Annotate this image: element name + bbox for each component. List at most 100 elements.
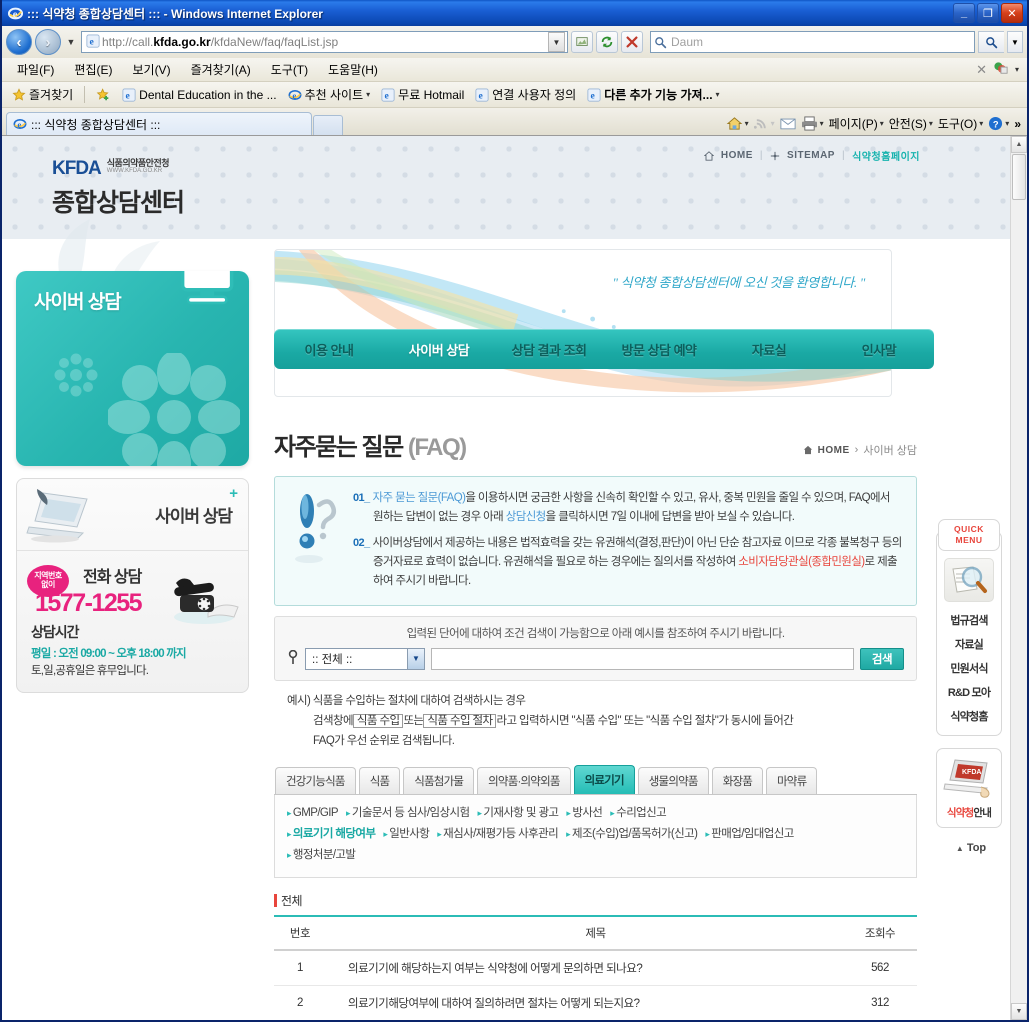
scrollbar-track[interactable] [1011, 201, 1027, 1003]
scrollbar-thumb[interactable] [1012, 154, 1026, 200]
quick-link-forms[interactable]: 민원서식 [937, 656, 1001, 680]
chevron-down-icon[interactable]: ▾ [880, 119, 884, 128]
minimize-button[interactable]: _ [953, 3, 975, 23]
subcat-radiation[interactable]: ▸ 방사선 [566, 807, 602, 819]
chevron-down-icon[interactable]: ▼ [407, 648, 424, 669]
row-title[interactable]: 의료기기해당여부에 대하여 질의하려면 절차는 어떻게 되는지요? [326, 985, 843, 1020]
print-button[interactable]: ▾ [801, 116, 824, 131]
quick-link-law-search[interactable]: 법규검색 [937, 608, 1001, 632]
menu-favorites[interactable]: 즐겨찾기(A) [182, 59, 260, 80]
back-button[interactable]: ‹ [6, 29, 32, 55]
nav-item-cyber-consult[interactable]: 사이버 상담 [384, 340, 494, 359]
quick-link-resources[interactable]: 자료실 [937, 632, 1001, 656]
feeds-button[interactable]: ▾ [753, 116, 775, 131]
favorite-recommended-sites[interactable]: e 추천 사이트 ▾ [284, 85, 375, 104]
tab-health-functional-food[interactable]: 건강기능식품 [275, 766, 356, 794]
subcat-repair-business[interactable]: ▸ 수리업신고 [610, 807, 666, 819]
compatibility-view-icon[interactable] [571, 31, 593, 53]
chevron-down-icon[interactable]: ▾ [716, 90, 720, 99]
quick-link-rnd[interactable]: R&D 모아 [937, 680, 1001, 704]
site-logo[interactable]: KFDA 식품의약품안전청 WWW.KFDA.GO.KR 종합상담센터 [52, 158, 185, 219]
table-row[interactable]: 1 의료기기에 해당하는지 여부는 식약청에 어떻게 문의하면 되나요? 562 [274, 949, 917, 986]
promo-plus-icon[interactable]: + [229, 485, 238, 502]
new-tab-button[interactable] [313, 115, 343, 135]
subcat-post-management[interactable]: ▸ 재심사/재평가등 사후관리 [437, 828, 559, 840]
safety-menu-button[interactable]: 안전(S) ▾ [889, 115, 933, 132]
address-input[interactable]: e http://call.kfda.go.kr/kfdaNew/faq/faq… [81, 31, 568, 53]
util-kfda-homepage-link[interactable]: 식약청홈페이지 [852, 148, 920, 163]
stop-icon[interactable] [621, 31, 643, 53]
subcat-labeling-ads[interactable]: ▸ 기재사항 및 광고 [477, 807, 559, 819]
menu-edit[interactable]: 편집(E) [65, 59, 121, 80]
tab-biologics[interactable]: 생물의약품 [637, 766, 709, 794]
subcat-sales-rental[interactable]: ▸ 판매업/임대업신고 [705, 828, 794, 840]
tab-medical-devices[interactable]: 의료기기 [573, 764, 635, 794]
close-button[interactable]: ✕ [1001, 3, 1023, 23]
cyber-consult-card[interactable]: 사이버 상담 [16, 271, 249, 466]
chevron-down-icon[interactable]: ▾ [745, 119, 749, 128]
search-input[interactable]: Daum [650, 31, 975, 53]
chevron-down-icon[interactable]: ▾ [820, 119, 824, 128]
search-keyword-input[interactable] [431, 647, 854, 670]
subcat-technical-review[interactable]: ▸ 기술문서 등 심사/임상시험 [346, 807, 470, 819]
search-provider-dropdown-icon[interactable]: ▼ [1007, 31, 1023, 53]
addon-dropdown-icon[interactable]: ▾ [1015, 65, 1019, 74]
subcat-gmp-gip[interactable]: ▸ GMP/GIP [287, 807, 339, 819]
subcat-general[interactable]: ▸ 일반사항 [383, 828, 429, 840]
maximize-button[interactable]: ❐ [977, 3, 999, 23]
row-title[interactable]: 의료기기에 해당하는지 여부는 식약청에 어떻게 문의하면 되나요? [326, 949, 843, 986]
tab-food[interactable]: 식품 [358, 766, 401, 794]
search-category-select[interactable]: :: 전체 :: ▼ [305, 647, 425, 670]
forward-button[interactable]: › [35, 29, 61, 55]
favorite-dental-education[interactable]: e Dental Education in the ... [118, 87, 280, 103]
nav-item-greeting[interactable]: 인사말 [824, 340, 934, 359]
search-go-button[interactable] [978, 31, 1004, 53]
favorite-get-more-addons[interactable]: e 다른 추가 기능 가져... ▾ [583, 85, 723, 104]
subcat-administrative-action[interactable]: ▸ 행정처분/고발 [287, 849, 356, 861]
favorites-button[interactable]: 즐겨찾기 [8, 85, 77, 104]
page-menu-button[interactable]: 페이지(P) ▾ [829, 115, 884, 132]
quick-link-kfda-home[interactable]: 식약청홈 [937, 704, 1001, 728]
menu-help[interactable]: 도움말(H) [319, 59, 387, 80]
help-menu-button[interactable]: ? ▾ [988, 116, 1009, 131]
search-submit-button[interactable]: 검색 [860, 647, 904, 670]
favorite-customize-links[interactable]: e 연결 사용자 정의 [471, 85, 580, 104]
menu-tools[interactable]: 도구(T) [262, 59, 317, 80]
chevron-down-icon[interactable]: ▾ [1005, 119, 1009, 128]
chevron-down-icon[interactable]: ▾ [979, 119, 983, 128]
notice-link-consumer-office[interactable]: 소비자담당관실(종합민원실) [738, 556, 865, 568]
favorite-free-hotmail[interactable]: e 무료 Hotmail [377, 85, 468, 104]
nav-item-result-lookup[interactable]: 상담 결과 조회 [494, 340, 604, 359]
breadcrumb-home[interactable]: HOME [818, 445, 850, 456]
scroll-to-top-link[interactable]: ▲ Top [932, 842, 1010, 854]
util-home-link[interactable]: HOME [721, 150, 753, 161]
addon-icon[interactable] [993, 61, 1009, 78]
tab-cosmetics[interactable]: 화장품 [711, 766, 764, 794]
chevron-down-icon[interactable]: ▾ [366, 90, 370, 99]
notice-link-apply[interactable]: 상담신청 [506, 511, 547, 523]
refresh-icon[interactable] [596, 31, 618, 53]
util-sitemap-link[interactable]: SITEMAP [787, 150, 835, 161]
scroll-up-button[interactable]: ▲ [1011, 136, 1027, 153]
nav-item-visit-reservation[interactable]: 방문 상담 예약 [604, 340, 714, 359]
menubar-close-icon[interactable]: ✕ [976, 62, 987, 78]
home-button[interactable]: ▾ [726, 116, 749, 131]
recent-pages-dropdown-icon[interactable]: ▼ [64, 37, 78, 47]
favorites-add-icon[interactable] [92, 87, 115, 103]
cyber-consult-promo[interactable]: + 사이버 상담 [17, 479, 248, 551]
scroll-down-button[interactable]: ▼ [1011, 1003, 1027, 1020]
mail-button[interactable] [780, 117, 796, 130]
browser-tab[interactable]: e ::: 식약청 종합상담센터 ::: [6, 112, 312, 135]
address-dropdown-icon[interactable]: ▼ [548, 32, 565, 52]
kfda-guide-banner[interactable]: KFDA 식약청안내 [936, 748, 1002, 829]
page-scrollbar[interactable]: ▲ ▼ [1010, 136, 1027, 1020]
nav-item-resources[interactable]: 자료실 [714, 340, 824, 359]
menu-file[interactable]: 파일(F) [8, 59, 63, 80]
nav-item-guide[interactable]: 이용 안내 [274, 340, 384, 359]
tab-food-additives[interactable]: 식품첨가물 [403, 766, 475, 794]
table-row[interactable]: 2 의료기기해당여부에 대하여 질의하려면 절차는 어떻게 되는지요? 312 [274, 985, 917, 1020]
notice-link-faq[interactable]: 자주 묻는 질문(FAQ) [373, 492, 466, 504]
chevron-down-icon[interactable]: ▾ [929, 119, 933, 128]
menu-view[interactable]: 보기(V) [123, 59, 179, 80]
tools-menu-button[interactable]: 도구(O) ▾ [938, 115, 983, 132]
